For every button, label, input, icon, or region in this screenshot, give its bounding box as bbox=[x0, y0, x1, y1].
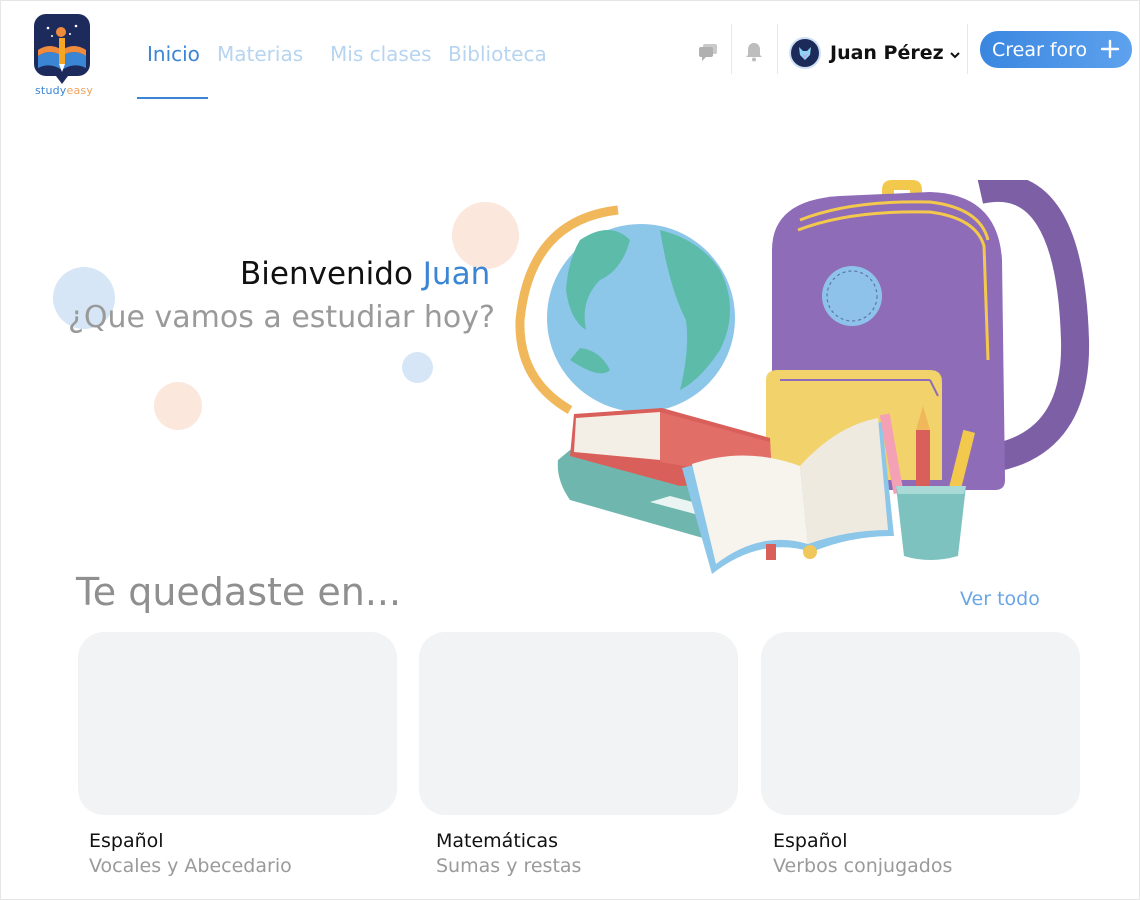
create-forum-button[interactable]: Crear foro bbox=[980, 31, 1132, 68]
card-subject: Matemáticas bbox=[436, 830, 559, 852]
user-name: Juan Pérez bbox=[830, 42, 944, 64]
notifications-button[interactable] bbox=[740, 38, 768, 66]
course-card[interactable] bbox=[419, 632, 738, 815]
see-all-link[interactable]: Ver todo bbox=[960, 588, 1040, 610]
logo-wordmark-study: study bbox=[35, 84, 67, 97]
nav-item-biblioteca[interactable]: Biblioteca bbox=[448, 42, 547, 66]
bell-icon bbox=[746, 43, 762, 62]
decorative-bubble bbox=[154, 382, 202, 430]
logo-wordmark-easy: easy bbox=[66, 84, 94, 97]
nav-item-mis-clases[interactable]: Mis clases bbox=[330, 42, 432, 66]
chat-icon bbox=[699, 44, 717, 61]
globe-illustration bbox=[515, 205, 735, 414]
welcome-greeting: Bienvenido bbox=[240, 256, 413, 292]
card-topic: Verbos conjugados bbox=[773, 855, 953, 877]
welcome-user-name: Juan bbox=[422, 256, 491, 292]
hero-question: ¿Que vamos a estudiar hoy? bbox=[68, 300, 495, 335]
course-card[interactable] bbox=[761, 632, 1080, 815]
chevron-down-icon bbox=[949, 51, 960, 58]
header-divider bbox=[967, 24, 968, 74]
course-card[interactable] bbox=[78, 632, 397, 815]
wolf-avatar-icon bbox=[799, 47, 811, 60]
chat-button[interactable] bbox=[694, 38, 722, 66]
card-subject: Español bbox=[89, 830, 164, 852]
continue-section-title: Te quedaste en... bbox=[76, 570, 402, 614]
nav-item-inicio[interactable]: Inicio bbox=[147, 42, 200, 66]
create-forum-label: Crear foro bbox=[992, 38, 1088, 61]
nav-item-materias[interactable]: Materias bbox=[217, 42, 303, 66]
card-subject: Español bbox=[773, 830, 848, 852]
logo-wordmark: studyeasy bbox=[35, 84, 93, 97]
welcome-heading: Bienvenido Juan bbox=[240, 256, 490, 292]
card-topic: Vocales y Abecedario bbox=[89, 855, 292, 877]
avatar bbox=[789, 37, 821, 69]
school-supplies-illustration bbox=[515, 180, 1090, 574]
decorative-bubble bbox=[402, 352, 433, 383]
user-menu[interactable]: Juan Pérez bbox=[789, 37, 960, 69]
header-divider bbox=[777, 24, 778, 74]
plus-icon bbox=[1100, 39, 1120, 59]
card-topic: Sumas y restas bbox=[436, 855, 582, 877]
header-divider bbox=[731, 24, 732, 74]
nav-active-underline bbox=[137, 97, 208, 99]
